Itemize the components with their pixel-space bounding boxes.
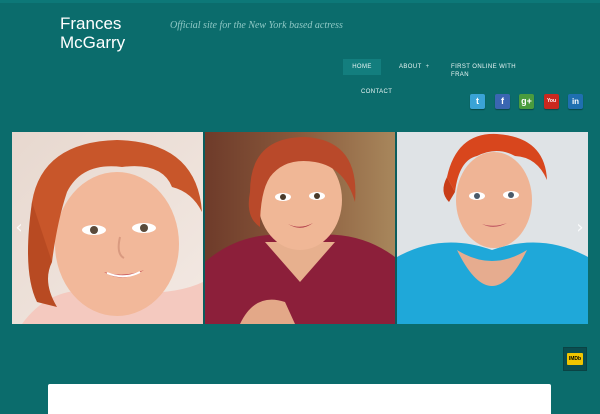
youtube-link[interactable]: You <box>544 94 559 109</box>
portrait-photo-2 <box>205 132 395 324</box>
nav-item-first-online-with-fran[interactable]: FIRST ONLINE WITH FRAN <box>451 63 523 79</box>
linkedin-icon: in <box>568 94 583 109</box>
imdb-icon: IMDb <box>567 353 583 365</box>
nav-item-home[interactable]: HOME <box>343 59 381 75</box>
portrait-photo-3 <box>397 132 588 324</box>
nav-item-about[interactable]: ABOUT + <box>399 63 430 71</box>
youtube-icon: You <box>544 94 559 109</box>
nav-item-about-label: ABOUT <box>399 64 422 70</box>
twitter-link[interactable]: t <box>470 94 485 109</box>
google-plus-icon: g+ <box>519 94 534 109</box>
google-plus-link[interactable]: g+ <box>519 94 534 109</box>
imdb-link[interactable]: IMDb <box>563 347 587 371</box>
nav-item-contact[interactable]: CONTACT <box>361 88 392 96</box>
portrait-photo-1 <box>12 132 203 324</box>
slider-next-arrow-icon[interactable]: › <box>573 218 587 238</box>
facebook-link[interactable]: f <box>495 94 510 109</box>
slider-prev-arrow-icon[interactable]: ‹ <box>12 218 26 238</box>
main-nav: HOME ABOUT + FIRST ONLINE WITH FRAN CONTA… <box>0 0 600 110</box>
twitter-icon: t <box>470 94 485 109</box>
slide-photo-2 <box>205 132 395 324</box>
content-panel <box>48 384 551 414</box>
linkedin-link[interactable]: in <box>568 94 583 109</box>
photo-slider <box>12 132 588 324</box>
slide-photo-3 <box>397 132 588 324</box>
slide-photo-1 <box>12 132 203 324</box>
facebook-icon: f <box>495 94 510 109</box>
submenu-plus-icon: + <box>425 64 430 70</box>
